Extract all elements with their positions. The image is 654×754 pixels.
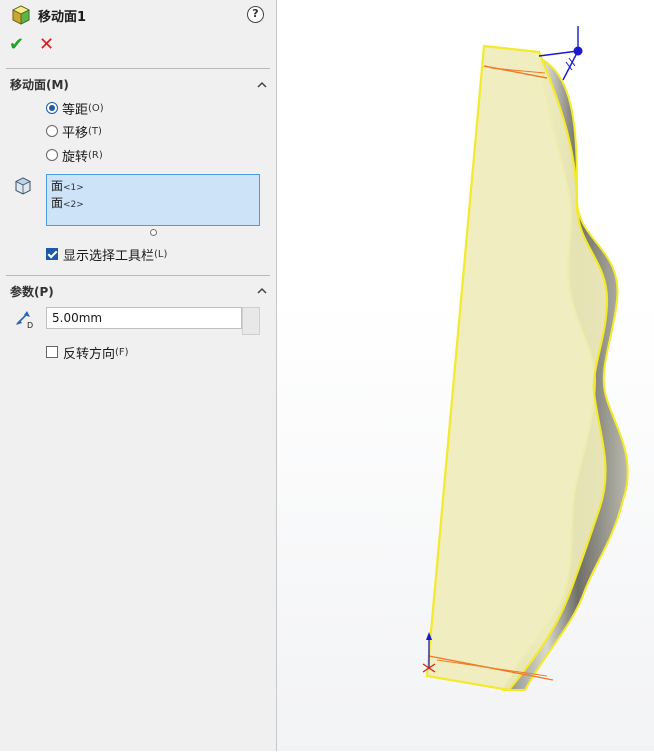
radio-button[interactable] <box>46 149 58 161</box>
hotkey-label: (L) <box>154 248 168 260</box>
divider <box>6 275 270 276</box>
radio-label-rotate: 旋转 <box>62 149 89 165</box>
distance-spinner[interactable] <box>242 307 260 335</box>
move-face-feature-icon <box>12 5 30 25</box>
hotkey-label: (O) <box>88 102 104 114</box>
ok-button[interactable]: ✔ <box>9 34 24 55</box>
distance-icon: D <box>16 311 33 330</box>
divider <box>6 68 270 69</box>
radio-rotate[interactable]: 旋转 (R) <box>46 146 103 165</box>
radio-label-offset: 等距 <box>62 102 89 118</box>
face-selection-list[interactable]: 面<1> 面<2> <box>46 174 260 226</box>
radio-offset[interactable]: 等距 (O) <box>46 99 104 118</box>
chevron-up-icon[interactable] <box>256 285 268 297</box>
cancel-button[interactable]: ✕ <box>39 34 54 55</box>
feature-title: 移动面1 <box>38 10 87 25</box>
hotkey-label: (R) <box>88 149 103 161</box>
svg-text:D: D <box>27 321 33 330</box>
radio-button[interactable] <box>46 102 58 114</box>
checkbox[interactable] <box>46 248 58 260</box>
hotkey-label: (T) <box>88 125 102 137</box>
reverse-direction-label: 反转方向 <box>63 346 116 362</box>
list-item[interactable]: 面<1> <box>51 178 255 195</box>
model-view[interactable] <box>277 0 654 751</box>
face-index: <1> <box>63 183 84 193</box>
feature-title-bar: 移动面1 ? <box>0 0 277 30</box>
hotkey-label: (F) <box>115 346 129 358</box>
radio-label-translate: 平移 <box>62 125 89 141</box>
help-icon[interactable]: ? <box>247 6 264 23</box>
distance-input[interactable]: 5.00mm <box>46 307 242 329</box>
chevron-up-icon[interactable] <box>256 79 268 91</box>
params-section-title[interactable]: 参数(P) <box>10 283 54 300</box>
close-icon: ✕ <box>39 34 55 55</box>
reverse-direction-checkbox-row[interactable]: 反转方向 (F) <box>46 344 129 362</box>
radio-translate[interactable]: 平移 (T) <box>46 122 102 141</box>
list-resize-handle[interactable] <box>150 229 157 236</box>
face-name: 面 <box>51 179 64 193</box>
list-item[interactable]: 面<2> <box>51 195 255 212</box>
show-toolbar-label: 显示选择工具栏 <box>63 248 155 264</box>
face-index: <2> <box>63 200 84 210</box>
show-toolbar-checkbox-row[interactable]: 显示选择工具栏 (L) <box>46 246 168 264</box>
checkbox[interactable] <box>46 346 58 358</box>
face-icon <box>15 177 31 195</box>
radio-button[interactable] <box>46 125 58 137</box>
move-face-section-title[interactable]: 移动面(M) <box>10 76 69 93</box>
checkmark-icon: ✔ <box>9 34 25 55</box>
property-manager-panel: 移动面1 ? ✔ ✕ 移动面(M) 等距 (O) 平移 (T) 旋转 (R) 面<1>… <box>0 0 277 751</box>
graphics-viewport[interactable] <box>277 0 654 751</box>
face-name: 面 <box>51 196 64 210</box>
